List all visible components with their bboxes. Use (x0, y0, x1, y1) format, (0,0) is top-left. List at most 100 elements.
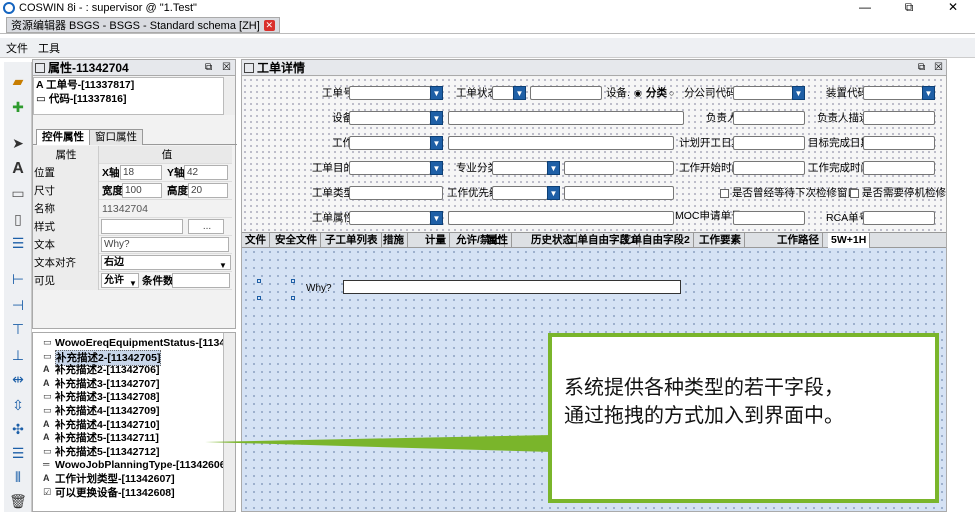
document-tab[interactable]: 资源编辑器 BSGS - BSGS - Standard schema [ZH]… (6, 17, 280, 33)
detail-tab[interactable]: 文件 (242, 233, 270, 248)
height-input[interactable]: 20 (188, 183, 228, 198)
tree-item[interactable]: ▭ 补充描述2-[11342705] (43, 349, 162, 366)
specialty-field[interactable] (492, 161, 548, 175)
chevron-down-icon[interactable]: ▼ (792, 86, 805, 100)
target-finish-field[interactable] (863, 136, 935, 150)
work-desc[interactable] (448, 136, 674, 150)
tree-item[interactable]: ═ WowoJobPlanningType-[11342606] (43, 458, 229, 472)
chevron-down-icon[interactable]: ▼ (547, 161, 560, 175)
wo-attr-field[interactable] (349, 211, 431, 225)
distribute-horizontal-icon[interactable]: ⦀ (7, 466, 29, 488)
style-browse-button[interactable]: ... (188, 219, 224, 234)
branch-code-field[interactable] (733, 86, 793, 100)
priority-field[interactable] (492, 186, 548, 200)
detail-tab[interactable]: 安全文件 (272, 233, 321, 248)
plan-start-field[interactable] (733, 136, 805, 150)
wait-repair-checkbox[interactable] (720, 189, 729, 198)
distribute-vertical-icon[interactable]: ☰ (7, 442, 29, 464)
wo-attr-desc[interactable] (448, 211, 674, 225)
chevron-down-icon[interactable]: ▼ (922, 86, 935, 100)
detail-tab[interactable]: 计量 (422, 233, 450, 248)
tree-item[interactable]: A 工单号-[11337817] (34, 78, 224, 92)
x-input[interactable]: 18 (120, 165, 162, 180)
scrollbar[interactable] (223, 77, 235, 115)
wo-no-field[interactable] (349, 86, 431, 100)
chevron-down-icon[interactable]: ▼ (430, 211, 443, 225)
detail-tab[interactable]: 属性 (484, 233, 512, 248)
canvas-text-field[interactable] (343, 280, 681, 294)
tree-item[interactable]: ▭ WowoEreqEquipmentStatus-[1134287 (43, 336, 235, 350)
work-field[interactable] (349, 136, 431, 150)
close-panel-icon[interactable]: ☒ (222, 62, 231, 73)
align-left-icon[interactable]: ⊢ (7, 268, 29, 290)
tree-item[interactable]: A 补充描述3-[11342707] (43, 377, 159, 391)
align-bottom-icon[interactable]: ⊥ (7, 344, 29, 366)
trash-icon[interactable]: 🗑 (7, 490, 29, 512)
selection-handle[interactable] (291, 296, 295, 300)
tree-item[interactable]: ▭ 补充描述4-[11342709] (43, 404, 159, 418)
priority-desc[interactable] (564, 186, 674, 200)
detail-tab[interactable]: 工作要素 (696, 233, 745, 248)
chevron-down-icon[interactable]: ▼ (129, 275, 137, 293)
chevron-down-icon[interactable]: ▼ (430, 136, 443, 150)
owner-field[interactable] (733, 111, 805, 125)
equipment-desc[interactable] (448, 111, 684, 125)
restore-button[interactable]: ⧉ (887, 0, 931, 15)
tree-item[interactable]: ▭ 补充描述5-[11342712] (43, 445, 159, 459)
rca-no-field[interactable] (863, 211, 935, 225)
equipment-field[interactable] (349, 111, 431, 125)
device-code-field[interactable] (863, 86, 923, 100)
list-tool-icon[interactable]: ☰ (7, 232, 29, 254)
align-select[interactable]: 右边 (101, 255, 231, 270)
width-input[interactable]: 100 (122, 183, 162, 198)
rectangle-tool-icon[interactable]: ▭ (7, 182, 29, 204)
scrollbar[interactable] (223, 333, 235, 511)
center-icon[interactable]: ✣ (7, 418, 29, 440)
detail-tab[interactable]: 措施 (380, 233, 408, 248)
moc-no-field[interactable] (733, 211, 805, 225)
tree-item[interactable]: ▭ 代码-[11337816] (34, 92, 224, 106)
wo-status-desc[interactable] (530, 86, 602, 100)
add-plugin-icon[interactable]: ✚ (7, 96, 29, 118)
text-input[interactable]: Why? (101, 237, 229, 252)
specialty-desc[interactable] (564, 161, 674, 175)
tab-window-props[interactable]: 窗口属性 (89, 129, 143, 145)
tree-item[interactable]: ☑ 可以更换设备-[11342608] (43, 486, 175, 500)
purpose-field[interactable] (349, 161, 431, 175)
owner-desc-field[interactable] (863, 111, 935, 125)
selection-handle[interactable] (257, 279, 261, 283)
tree-item[interactable]: A 补充描述2-[11342706] (43, 363, 159, 377)
chevron-down-icon[interactable]: ▼ (430, 161, 443, 175)
chevron-down-icon[interactable]: ▼ (430, 111, 443, 125)
page-tool-icon[interactable]: ▯ (7, 208, 29, 230)
same-width-icon[interactable]: ⇹ (7, 368, 29, 390)
tree-item[interactable]: A 工作计划类型-[11342607] (43, 472, 175, 486)
radio-checked-icon[interactable]: ◉ (634, 88, 642, 99)
detail-tab[interactable]: 工单自由字段2 (618, 233, 694, 248)
tree-item[interactable]: ▭ 补充描述3-[11342708] (43, 390, 159, 404)
align-right-icon[interactable]: ⊣ (7, 294, 29, 316)
selection-handle[interactable] (257, 296, 261, 300)
tree-item[interactable]: A 补充描述5-[11342711] (43, 431, 159, 445)
menu-tools[interactable]: 工具 (38, 40, 60, 56)
close-tab-icon[interactable]: ✕ (263, 19, 275, 31)
close-panel-icon[interactable]: ☒ (934, 62, 943, 73)
finish-time-field[interactable] (863, 161, 935, 175)
pointer-tool-icon[interactable]: ➤ (7, 132, 29, 154)
chevron-down-icon[interactable]: ▼ (430, 86, 443, 100)
close-window-button[interactable]: ✕ (931, 0, 975, 15)
float-icon[interactable]: ⧉ (918, 62, 925, 73)
detail-tab[interactable]: 5W+1H (828, 233, 871, 248)
wo-status-field[interactable] (492, 86, 514, 100)
detail-tab[interactable]: 子工单列表 (322, 233, 382, 248)
y-input[interactable]: 42 (184, 165, 228, 180)
tab-control-props[interactable]: 控件属性 (36, 129, 90, 145)
wo-type-field[interactable] (349, 186, 443, 200)
align-top-icon[interactable]: ⊤ (7, 318, 29, 340)
detail-tab[interactable]: 工作路径 (774, 233, 823, 248)
menu-file[interactable]: 文件 (6, 40, 28, 56)
open-folder-icon[interactable]: ▰ (7, 70, 29, 92)
chevron-down-icon[interactable]: ▼ (547, 186, 560, 200)
float-icon[interactable]: ⧉ (205, 62, 212, 73)
tree-item[interactable]: A 补充描述4-[11342710] (43, 418, 159, 432)
